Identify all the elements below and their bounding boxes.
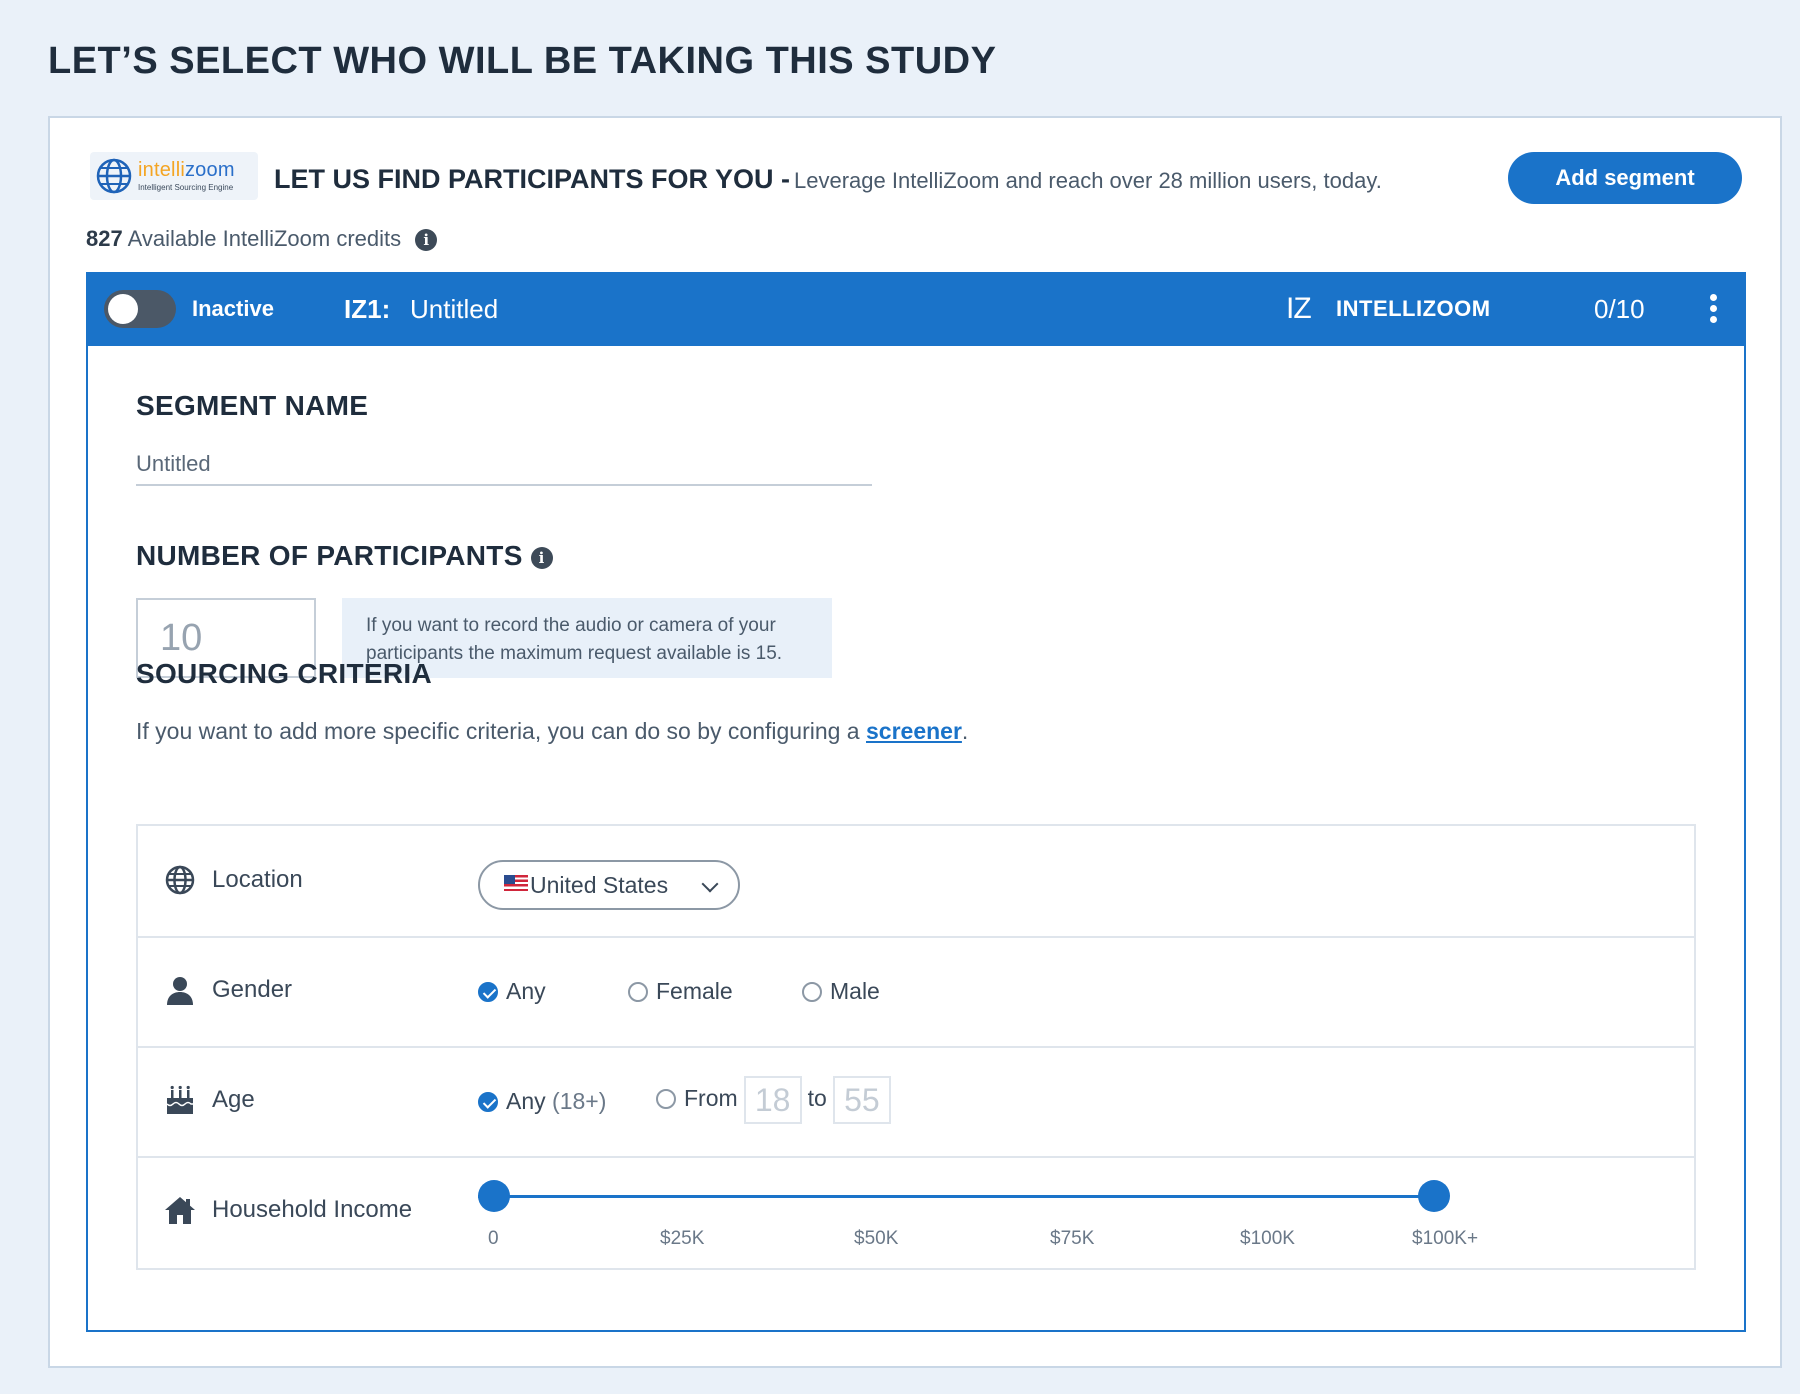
segment-id: IZ1: (344, 294, 391, 324)
gender-option-male[interactable]: Male (802, 978, 880, 1005)
gender-option-female[interactable]: Female (628, 978, 733, 1005)
income-slider-max-handle[interactable] (1418, 1180, 1450, 1212)
find-participants-subtitle: Leverage IntelliZoom and reach over 28 m… (794, 168, 1382, 193)
logo-tagline: Intelligent Sourcing Engine (138, 183, 234, 192)
location-label: Location (212, 866, 303, 893)
home-icon (165, 1197, 195, 1224)
radio-icon (628, 982, 648, 1002)
logo-wordmark: intellizoom (138, 159, 235, 181)
criteria-row-gender: Gender Any Female Male (138, 936, 1694, 1048)
toggle-knob (108, 294, 138, 324)
location-select[interactable]: United States (478, 860, 740, 910)
segment-status-label: Inactive (192, 296, 274, 321)
chevron-down-icon (701, 875, 719, 893)
find-participants-title: LET US FIND PARTICIPANTS FOR YOU - Levera… (274, 164, 1382, 194)
income-tick-label: $75K (1050, 1228, 1095, 1249)
criteria-row-household-income: Household Income 0 $25K $50K $75K $100K … (138, 1156, 1694, 1266)
age-label: Age (212, 1086, 255, 1113)
criteria-row-location: Location United States (138, 826, 1694, 938)
intellizoom-logo: intellizoom Intelligent Sourcing Engine (90, 152, 258, 200)
criteria-table: Location United States Gender Any Female… (136, 824, 1696, 1270)
participant-progress: 0/10 (1594, 294, 1645, 324)
income-slider-min-handle[interactable] (478, 1180, 510, 1212)
more-options-icon[interactable] (1708, 294, 1718, 324)
credits-count: 827 (86, 226, 123, 251)
segment-header: Inactive IZ1: Untitled IZ INTELLIZOOM 0/… (86, 272, 1746, 346)
age-to-input[interactable]: 55 (832, 1076, 891, 1124)
checkbox-checked-icon (478, 982, 498, 1002)
credits-info: 827 Available IntelliZoom credits i (86, 226, 438, 252)
income-tick-label: $100K (1240, 1228, 1295, 1249)
income-tick-label: $50K (854, 1228, 899, 1249)
age-option-any[interactable]: Any (18+) (478, 1088, 606, 1115)
sourcing-criteria-title: SOURCING CRITERIA (136, 658, 432, 689)
segment-card: Inactive IZ1: Untitled IZ INTELLIZOOM 0/… (86, 272, 1746, 1332)
gender-label: Gender (212, 976, 293, 1003)
age-from-input[interactable]: 18 (743, 1076, 802, 1124)
screener-link[interactable]: screener (866, 718, 962, 744)
provider-label: INTELLIZOOM (1336, 296, 1491, 321)
person-icon (167, 977, 193, 1005)
info-icon[interactable]: i (530, 546, 553, 569)
participants-card: intellizoom Intelligent Sourcing Engine … (48, 116, 1782, 1368)
income-tick-label: $25K (660, 1228, 705, 1249)
info-icon[interactable]: i (415, 229, 438, 252)
add-segment-button[interactable]: Add segment (1508, 152, 1742, 204)
income-tick-label: $100K+ (1412, 1228, 1479, 1249)
participants-title: NUMBER OF PARTICIPANTS i (136, 540, 553, 572)
segment-active-toggle[interactable] (104, 290, 176, 328)
income-slider-track[interactable] (478, 1195, 1434, 1198)
globe-icon (165, 865, 195, 895)
radio-icon (656, 1089, 676, 1110)
segment-header-name: Untitled (410, 294, 499, 324)
segment-name-title: SEGMENT NAME (136, 390, 369, 421)
us-flag-icon (504, 875, 528, 891)
gender-option-any[interactable]: Any (478, 978, 546, 1005)
criteria-row-age: Age Any (18+) From 18 to 55 (138, 1046, 1694, 1158)
credits-label: Available IntelliZoom credits (127, 226, 402, 251)
location-selected-value: United States (530, 872, 669, 898)
intellizoom-mark-icon: IZ (1286, 292, 1312, 325)
segment-name-input[interactable] (136, 444, 872, 486)
globe-logo-icon (96, 158, 132, 194)
radio-icon (802, 982, 822, 1002)
age-option-range[interactable]: From 18 to 55 (656, 1076, 897, 1124)
sourcing-criteria-text: If you want to add more specific criteri… (136, 718, 969, 744)
income-tick-label: 0 (488, 1228, 499, 1249)
cake-icon (166, 1085, 193, 1114)
checkbox-checked-icon (478, 1092, 498, 1112)
page-title: LET’S SELECT WHO WILL BE TAKING THIS STU… (48, 40, 997, 82)
household-income-label: Household Income (212, 1196, 413, 1223)
